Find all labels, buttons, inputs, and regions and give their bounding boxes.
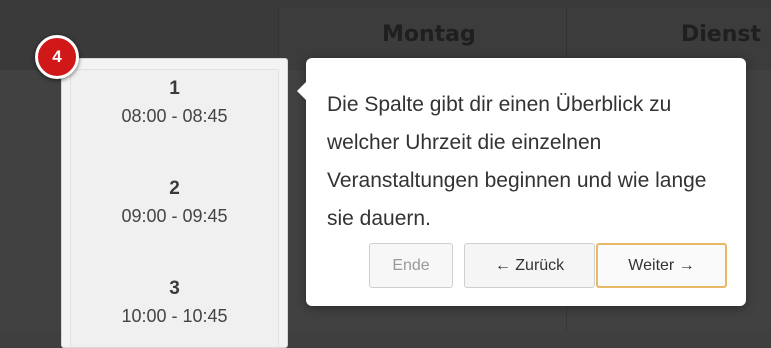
tour-popover-text: Die Spalte gibt dir einen Überblick zu w… [327, 93, 707, 230]
time-column-highlight: 1 08:00 - 08:45 2 09:00 - 09:45 3 10:00 … [61, 58, 288, 348]
time-slot-range: 10:00 - 10:45 [121, 306, 228, 326]
end-tour-button[interactable]: Ende [369, 243, 453, 288]
back-button[interactable]: ← Zurück [464, 243, 595, 288]
time-slot-number: 3 [169, 278, 180, 299]
time-slot-range: 08:00 - 08:45 [121, 106, 228, 126]
time-slot: 1 08:00 - 08:45 [71, 78, 278, 127]
day-label-monday: Montag [382, 22, 476, 47]
popover-arrow [297, 82, 306, 100]
tour-popover: Die Spalte gibt dir einen Überblick zu w… [297, 58, 746, 306]
time-slot: 2 09:00 - 09:45 [71, 178, 278, 227]
time-slot: 3 10:00 - 10:45 [71, 278, 278, 327]
time-slot-number: 2 [169, 178, 180, 199]
time-slot-range: 09:00 - 09:45 [121, 206, 228, 226]
day-label-tuesday: Dienst [681, 22, 761, 47]
next-button[interactable]: Weiter → [596, 243, 727, 288]
time-column: 1 08:00 - 08:45 2 09:00 - 09:45 3 10:00 … [70, 69, 279, 347]
tour-step-badge: 4 [35, 35, 79, 79]
time-slot-number: 1 [169, 78, 180, 99]
